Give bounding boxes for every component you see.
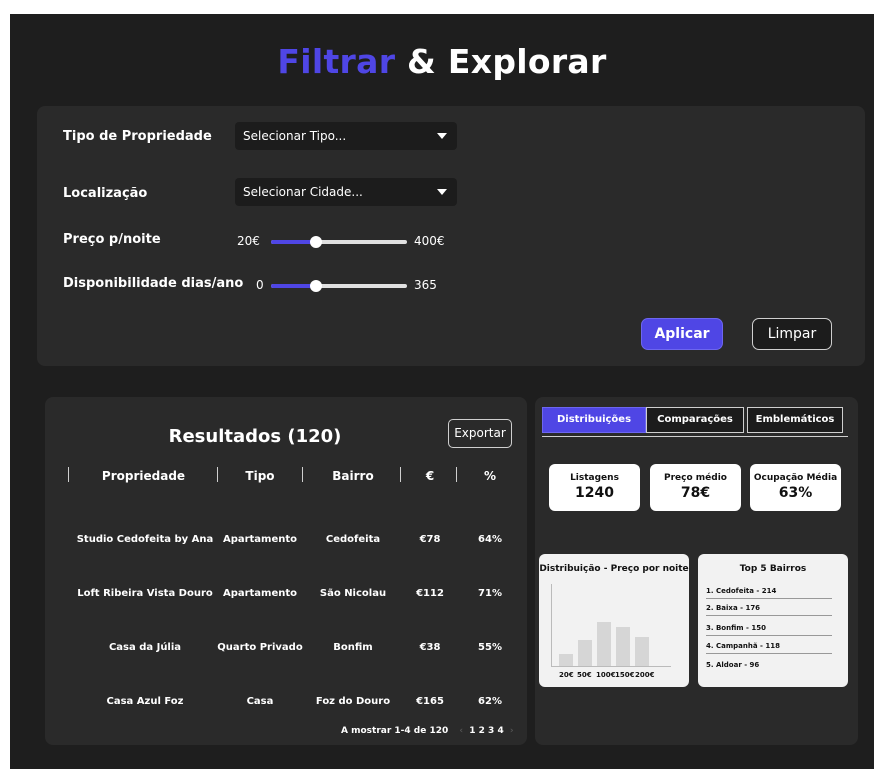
tab-underline (542, 436, 848, 437)
stats-panel: Distribuições Comparações Emblemáticos L… (535, 397, 858, 745)
list-item: 3. Bonfim - 150 (706, 624, 832, 636)
cell-property: Studio Cedofeita by Ana (76, 534, 214, 545)
location-label: Localização (63, 186, 148, 201)
top5-title: Top 5 Bairros (739, 564, 807, 574)
price-slider-handle[interactable] (309, 236, 322, 248)
title-accent: Filtrar (277, 42, 396, 81)
clear-button[interactable]: Limpar (752, 318, 832, 350)
availability-label: Disponibilidade dias/ano (63, 276, 244, 291)
column-divider (456, 467, 457, 482)
cell-price: €165 (416, 696, 444, 707)
list-item: 1. Cedofeita - 214 (706, 587, 832, 599)
cell-price: €38 (419, 642, 441, 653)
property-type-label: Tipo de Propriedade (63, 129, 212, 144)
cell-property: Loft Ribeira Vista Douro (77, 588, 213, 599)
top5-neighborhoods-card: Top 5 Bairros 1. Cedofeita - 214 2. Baix… (698, 554, 848, 687)
cell-type: Apartamento (222, 534, 298, 545)
results-title: Resultados (120) (168, 426, 342, 447)
kpi-label: Listagens (570, 473, 619, 483)
page-numbers[interactable]: 1 2 3 4 (469, 726, 503, 736)
column-header-type[interactable]: Tipo (220, 469, 300, 483)
filter-panel: Tipo de Propriedade Selecionar Tipo... L… (37, 106, 865, 366)
kpi-value: 78€ (680, 485, 711, 501)
cell-type: Casa (246, 696, 274, 707)
cell-type: Apartamento (222, 588, 298, 599)
availability-slider-handle[interactable] (309, 280, 322, 292)
availability-max: 365 (414, 278, 437, 292)
cell-price: €112 (416, 588, 444, 599)
chart-y-axis (551, 584, 552, 666)
chart-tick-label: 200€ (635, 671, 655, 679)
cell-neighborhood: Bonfim (333, 642, 373, 653)
chevron-left-icon[interactable]: ‹ (459, 726, 463, 736)
cell-neighborhood: São Nicolau (319, 588, 387, 599)
title-rest: & Explorar (395, 42, 607, 81)
chart-tick-label: 50€ (577, 671, 592, 679)
price-label: Preço p/noite (63, 232, 161, 247)
cell-occupancy: 64% (478, 534, 502, 545)
cell-property: Casa Azul Foz (106, 696, 184, 707)
list-item: 4. Campanhã - 118 (706, 642, 832, 654)
tab-comparisons[interactable]: Comparações (646, 407, 744, 433)
chart-bar (597, 621, 611, 666)
kpi-value: 1240 (575, 485, 614, 501)
cell-property: Casa da Júlia (108, 642, 182, 653)
app-frame: Filtrar & Explorar Tipo de Propriedade S… (10, 14, 874, 769)
price-slider[interactable] (271, 236, 407, 248)
kpi-label: Preço médio (664, 473, 727, 483)
column-divider (217, 467, 218, 482)
cell-occupancy: 55% (478, 642, 502, 653)
cell-occupancy: 62% (478, 696, 502, 707)
kpi-card-listings: Listagens 1240 (549, 464, 640, 511)
chart-tick-label: 150€ (615, 671, 635, 679)
column-header-price[interactable]: € (405, 469, 455, 483)
page-title: Filtrar & Explorar (10, 42, 874, 81)
pagination-summary: A mostrar 1-4 de 120 (341, 726, 449, 736)
column-divider (68, 467, 69, 482)
list-item: 5. Aldoar - 96 (706, 661, 760, 669)
chart-bar (559, 653, 573, 666)
chevron-right-icon[interactable]: › (510, 726, 514, 736)
chart-title: Distribuição - Preço por noite (539, 564, 689, 574)
property-type-value: Selecionar Tipo... (243, 129, 347, 143)
availability-slider[interactable] (271, 280, 407, 292)
chart-x-axis (551, 666, 671, 667)
results-panel: Resultados (120) Exportar Propriedade Ti… (45, 397, 527, 745)
chart-bar (578, 639, 592, 666)
list-item: 2. Baixa - 176 (706, 604, 832, 616)
cell-type: Quarto Privado (217, 642, 303, 653)
tab-distributions[interactable]: Distribuições (542, 407, 646, 433)
chart-bar (635, 637, 649, 666)
cell-occupancy: 71% (478, 588, 502, 599)
location-select[interactable]: Selecionar Cidade... (235, 178, 457, 206)
pagination: A mostrar 1-4 de 120 ‹ 1 2 3 4 › (341, 726, 514, 736)
cell-neighborhood: Foz do Douro (315, 696, 391, 707)
location-value: Selecionar Cidade... (243, 185, 363, 199)
price-distribution-chart: Distribuição - Preço por noite 20€ 50€ 100… (539, 554, 689, 687)
export-button[interactable]: Exportar (448, 419, 512, 448)
chevron-down-icon (437, 189, 447, 195)
kpi-card-average-price: Preço médio 78€ (650, 464, 741, 511)
column-divider (302, 467, 303, 482)
chevron-down-icon (437, 133, 447, 139)
kpi-card-occupancy: Ocupação Média 63% (750, 464, 841, 511)
chart-bar (616, 626, 630, 666)
price-max: 400€ (414, 234, 445, 248)
column-divider (400, 467, 401, 482)
tab-emblematic[interactable]: Emblemáticos (747, 407, 843, 433)
kpi-value: 63% (778, 485, 813, 501)
column-header-property[interactable]: Propriedade (75, 469, 212, 483)
column-header-occupancy[interactable]: % (465, 469, 515, 483)
property-type-select[interactable]: Selecionar Tipo... (235, 122, 457, 150)
price-min: 20€ (237, 234, 260, 248)
apply-button[interactable]: Aplicar (641, 318, 723, 350)
kpi-label: Ocupação Média (753, 473, 838, 483)
cell-neighborhood: Cedofeita (325, 534, 381, 545)
column-header-neighborhood[interactable]: Bairro (307, 469, 399, 483)
chart-tick-label: 20€ (559, 671, 574, 679)
availability-min: 0 (256, 278, 264, 292)
cell-price: €78 (419, 534, 441, 545)
chart-tick-label: 100€ (596, 671, 616, 679)
